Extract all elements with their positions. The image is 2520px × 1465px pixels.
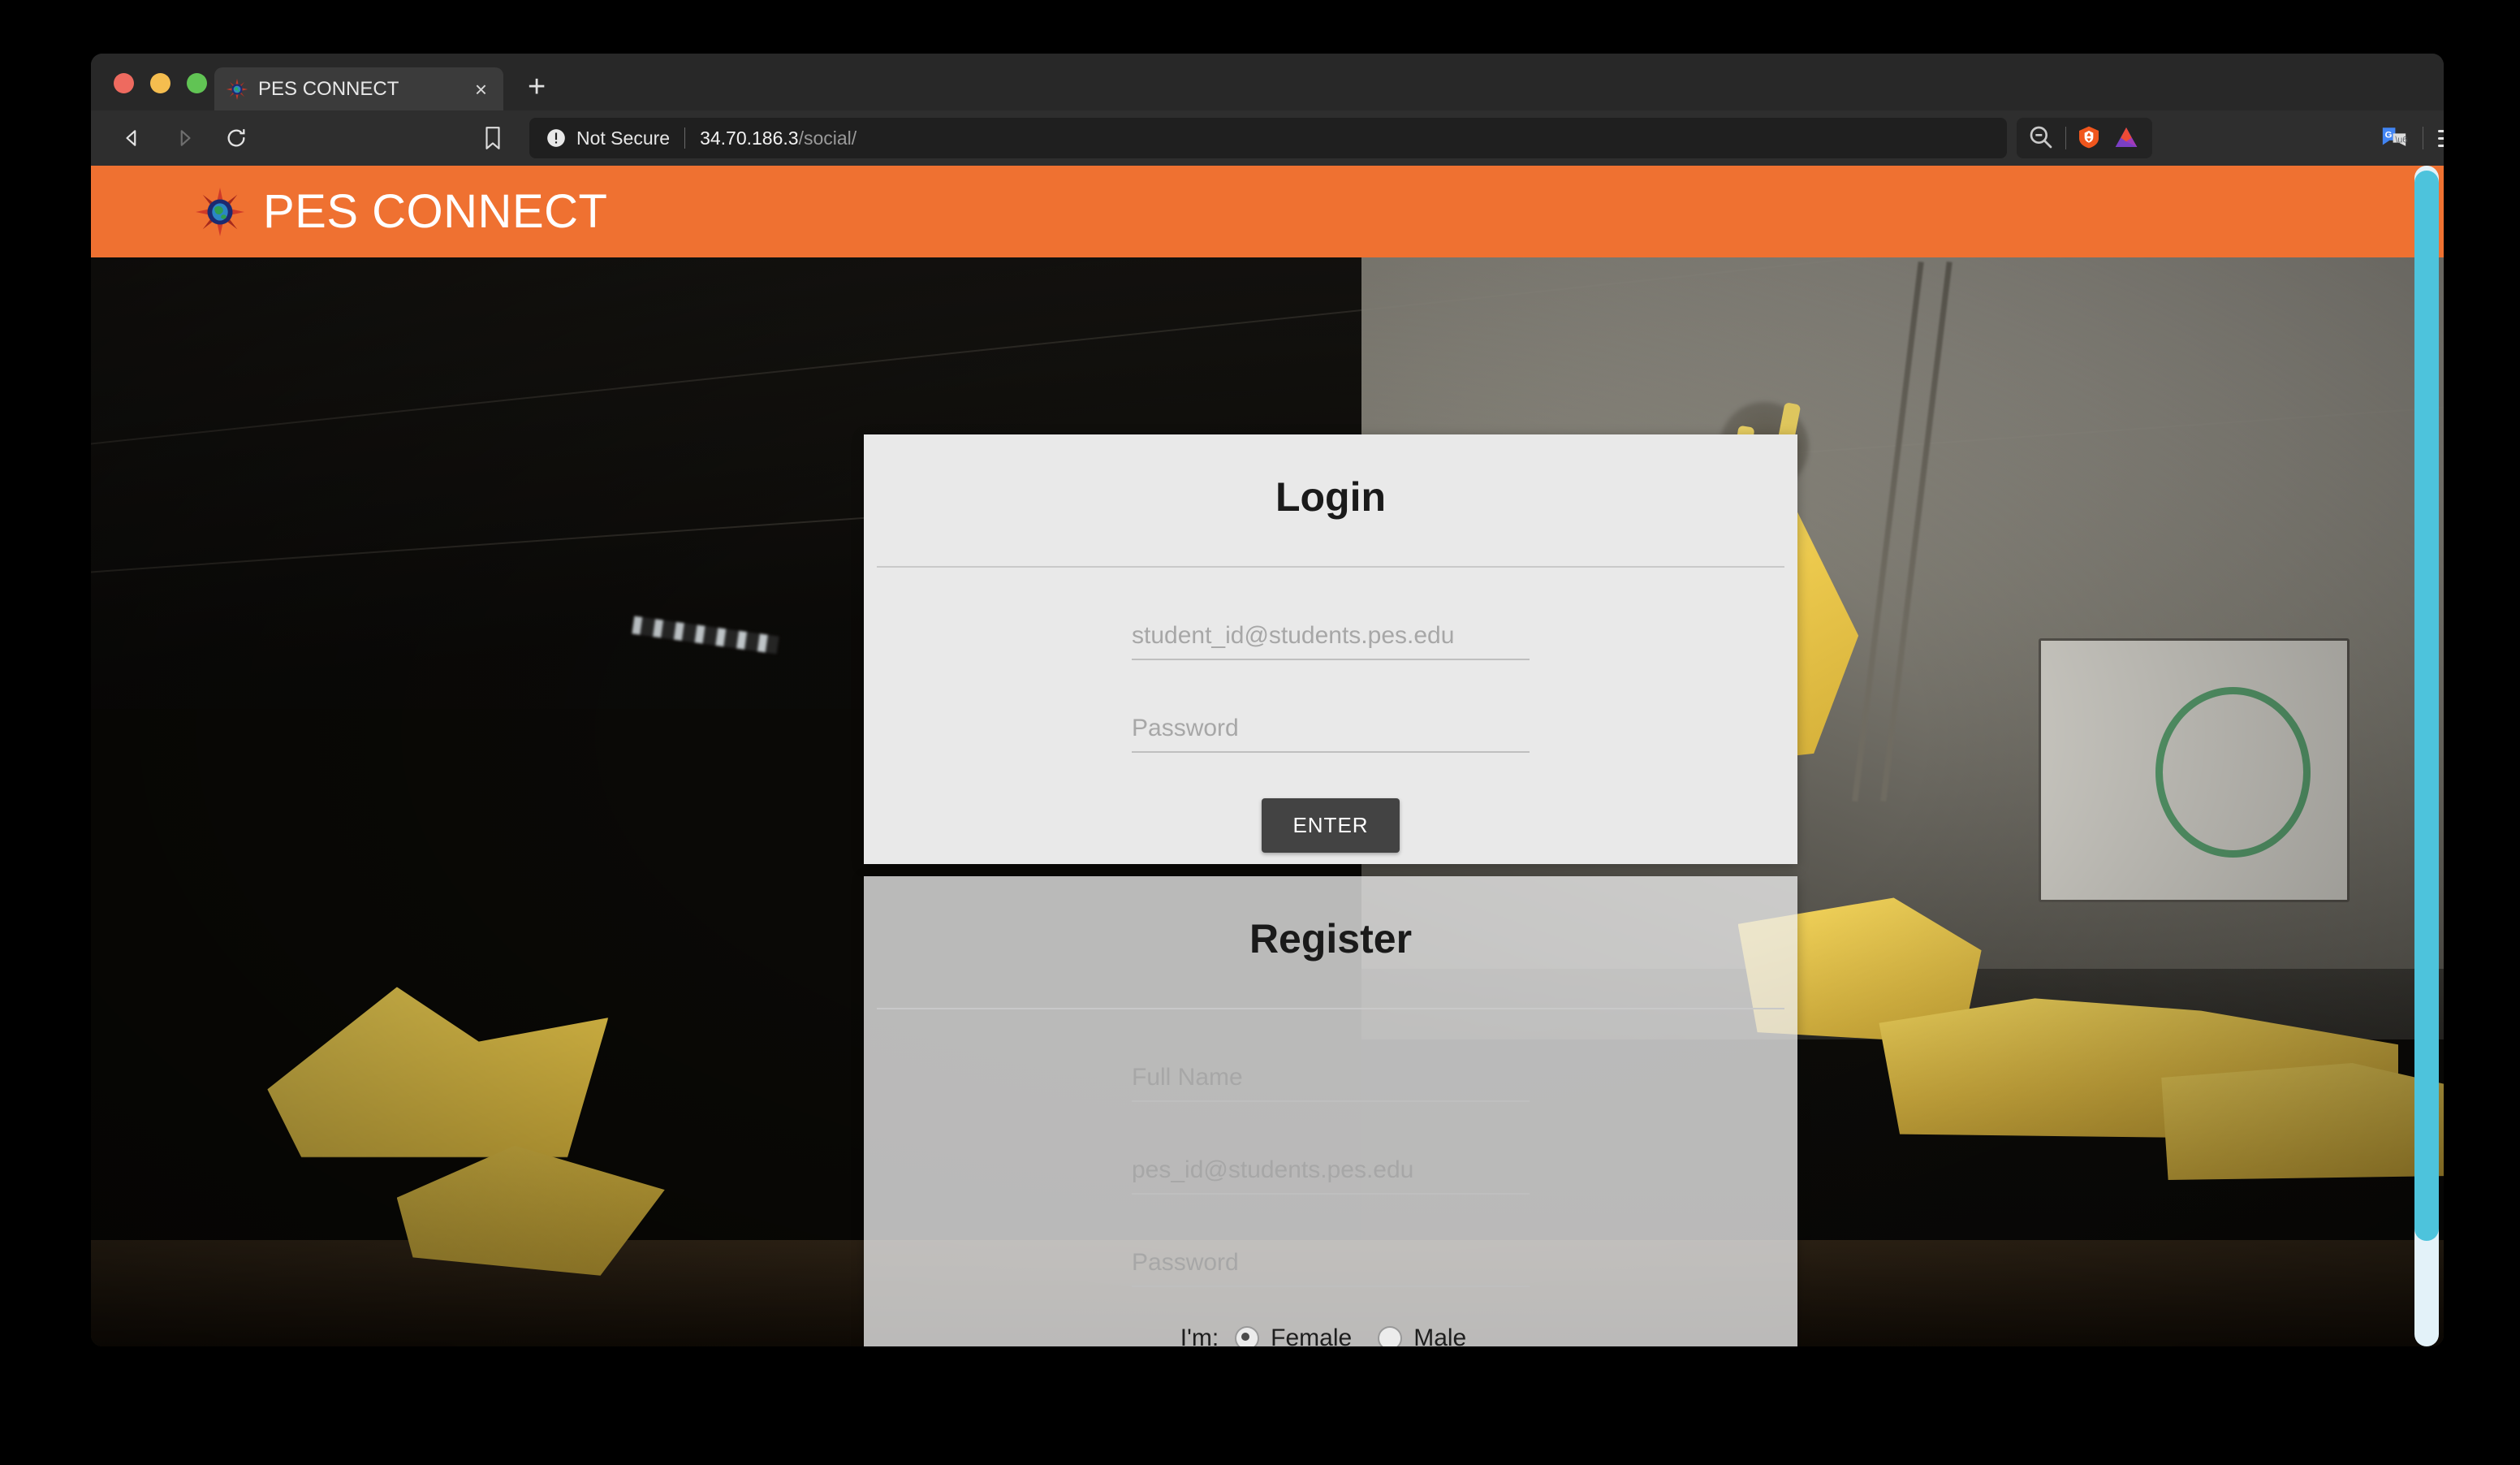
site-header: PES CONNECT — [91, 166, 2444, 257]
register-password-field[interactable] — [1132, 1240, 1530, 1287]
login-email-field[interactable] — [1132, 613, 1530, 660]
login-email-input[interactable] — [1132, 613, 1530, 659]
register-fullname-input[interactable] — [1132, 1055, 1530, 1100]
register-divider — [877, 1008, 1784, 1009]
gender-option-male-label[interactable]: Male — [1413, 1325, 1466, 1346]
gender-radio-female[interactable] — [1235, 1326, 1259, 1346]
svg-text:G: G — [2385, 130, 2393, 140]
google-translate-icon[interactable]: G \u6587 — [2380, 124, 2408, 152]
page-scrollbar[interactable] — [2414, 166, 2439, 1346]
minimize-window-button[interactable] — [150, 73, 170, 93]
register-card: Register I'm: Female Male — [864, 876, 1797, 1346]
forward-arrow-icon[interactable] — [166, 119, 203, 157]
brave-shields-icon[interactable] — [2076, 124, 2104, 152]
compass-globe-icon — [226, 78, 248, 101]
login-submit-row: ENTER — [1132, 798, 1530, 853]
svg-text:\u6587: \u6587 — [2395, 136, 2408, 145]
register-gender-row: I'm: Female Male — [1132, 1325, 1530, 1346]
extension-separator — [2065, 127, 2066, 149]
url-host: 34.70.186.3 — [700, 127, 799, 149]
address-bar[interactable]: Not Secure 34.70.186.3/social/ — [529, 118, 2007, 158]
login-password-input[interactable] — [1132, 706, 1530, 751]
browser-window: PES CONNECT × + — [91, 54, 2444, 1346]
page-viewport: PES CONNECT Login ENTER Register — [91, 166, 2444, 1346]
maximize-window-button[interactable] — [187, 73, 207, 93]
close-tab-icon[interactable]: × — [470, 79, 492, 100]
gender-radio-male[interactable] — [1378, 1326, 1402, 1346]
login-password-field[interactable] — [1132, 706, 1530, 753]
new-tab-button[interactable]: + — [528, 75, 546, 99]
login-card: Login ENTER — [864, 434, 1797, 864]
gender-option-female-label[interactable]: Female — [1271, 1325, 1352, 1346]
scrollbar-thumb[interactable] — [2414, 171, 2439, 1241]
toolbar-right-icons: G \u6587 — [2380, 118, 2444, 158]
security-status-text: Not Secure — [576, 127, 670, 149]
back-arrow-icon[interactable] — [114, 119, 151, 157]
login-divider — [877, 566, 1784, 568]
extension-toolbar — [2017, 118, 2152, 158]
site-brand-title: PES CONNECT — [263, 184, 607, 239]
window-controls — [114, 73, 207, 93]
tab-title: PES CONNECT — [258, 78, 470, 101]
register-fullname-field[interactable] — [1132, 1055, 1530, 1102]
warning-circle-icon — [546, 127, 567, 149]
gender-label: I'm: — [1180, 1325, 1219, 1346]
pes-compass-logo — [195, 187, 245, 237]
reload-icon[interactable] — [218, 119, 255, 157]
browser-toolbar: Not Secure 34.70.186.3/social/ — [91, 110, 2444, 166]
tab-strip: PES CONNECT × + — [91, 54, 2444, 110]
close-window-button[interactable] — [114, 73, 134, 93]
omnibox-separator — [684, 127, 685, 149]
register-title: Register — [864, 876, 1797, 962]
register-email-field[interactable] — [1132, 1147, 1530, 1195]
hamburger-menu-icon[interactable] — [2438, 125, 2444, 152]
bookmark-icon[interactable] — [474, 119, 511, 157]
browser-tab[interactable]: PES CONNECT × — [214, 67, 503, 110]
url-path: /social/ — [799, 127, 857, 149]
login-title: Login — [864, 434, 1797, 521]
brave-rewards-icon[interactable] — [2113, 124, 2141, 152]
zoom-out-icon[interactable] — [2028, 124, 2056, 152]
register-email-input[interactable] — [1132, 1147, 1530, 1193]
login-enter-button[interactable]: ENTER — [1262, 798, 1399, 853]
register-password-input[interactable] — [1132, 1240, 1530, 1286]
